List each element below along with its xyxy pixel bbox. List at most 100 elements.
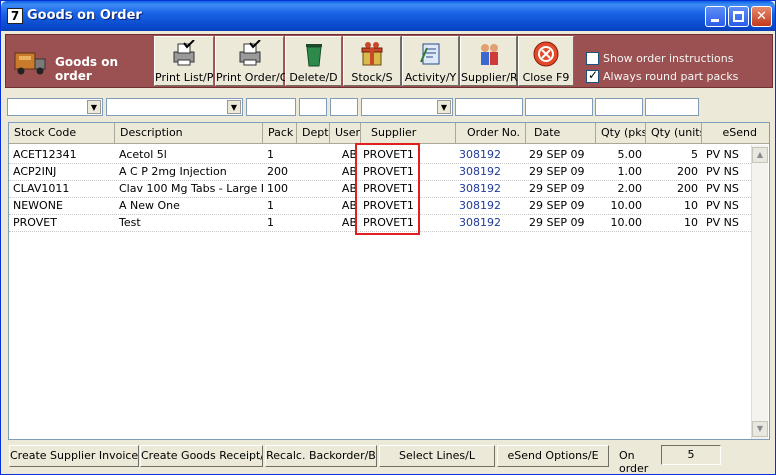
cell-date: 29 SEP 09: [529, 216, 585, 229]
cell-dept: [297, 147, 330, 164]
cell-pack: 200: [267, 165, 288, 178]
brand-label: Goods on order: [55, 55, 119, 83]
vertical-scrollbar[interactable]: ▲ ▼: [751, 145, 768, 439]
supplier-button[interactable]: Supplier/R: [460, 36, 518, 86]
people-icon: [480, 44, 498, 65]
close-f9-label: Close F9: [522, 71, 570, 84]
cell-description: Clav 100 Mg Tabs - Large De: [119, 182, 263, 195]
cell-description: Acetol 5l: [119, 148, 167, 161]
cell-esend: PV NS: [706, 199, 739, 212]
cell-date: 29 SEP 09: [529, 182, 585, 195]
cell-pack: 1: [267, 216, 274, 229]
filter-stock-code[interactable]: ▼: [7, 98, 103, 116]
column-header-user[interactable]: User: [330, 123, 361, 144]
cell-esend: PV NS: [706, 165, 739, 178]
close-icon: ✕: [756, 9, 767, 24]
select-lines-button[interactable]: Select Lines/L: [379, 445, 495, 467]
maximize-button[interactable]: [728, 6, 749, 27]
cell-order-no[interactable]: 308192: [456, 181, 526, 198]
column-header-dept[interactable]: Dept: [297, 123, 330, 144]
scroll-down-icon[interactable]: ▼: [752, 421, 768, 437]
cell-order-no[interactable]: 308192: [456, 215, 526, 232]
recalc-backorder-button[interactable]: Recalc. Backorder/B: [265, 445, 377, 467]
cell-stock-code: ACET12341: [13, 148, 77, 161]
maximize-icon: [733, 11, 744, 22]
activity-label: Activity/Y: [404, 71, 457, 84]
stock-button[interactable]: Stock/S: [343, 36, 401, 86]
delete-button[interactable]: Delete/D: [285, 36, 342, 86]
always-round-part-packs-checkbox[interactable]: ✓: [586, 68, 599, 83]
show-order-instructions-label: Show order instructions: [603, 52, 734, 65]
filter-qty-units[interactable]: [645, 98, 699, 116]
cell-qty-pks: 2.00: [617, 182, 643, 195]
grid-header: Stock Code Description Pack Dept User Su…: [9, 123, 769, 144]
cell-qty-units: 200: [677, 165, 698, 178]
gift-box-icon: [361, 42, 383, 66]
window-title: Goods on Order: [27, 8, 142, 23]
close-circle-icon: [533, 41, 559, 67]
cell-order-no[interactable]: 308192: [456, 198, 526, 215]
app-icon[interactable]: 7: [7, 8, 23, 24]
cell-esend: PV NS: [706, 182, 739, 195]
filter-description[interactable]: ▼: [106, 98, 243, 116]
filter-pack[interactable]: [246, 98, 296, 116]
filter-date[interactable]: [525, 98, 593, 116]
create-goods-receipt-button[interactable]: Create Goods Receipt/G: [140, 445, 263, 467]
cell-qty-units: 200: [677, 182, 698, 195]
brand: Goods on order: [9, 37, 151, 85]
cell-dept: [297, 215, 330, 232]
close-window-button[interactable]: ✕: [751, 6, 772, 27]
print-list-label: Print List/P: [155, 71, 214, 84]
filter-dept[interactable]: [299, 98, 327, 116]
cell-qty-pks: 10.00: [610, 199, 643, 212]
dropdown-arrow-icon[interactable]: ▼: [227, 100, 241, 114]
filter-qty-pks[interactable]: [595, 98, 643, 116]
filter-user[interactable]: [330, 98, 358, 116]
dropdown-arrow-icon[interactable]: ▼: [87, 100, 101, 114]
column-header-description[interactable]: Description: [115, 123, 263, 144]
cell-qty-pks: 5.00: [617, 148, 643, 161]
on-order-count: 5: [661, 445, 721, 465]
on-order-label: On order: [619, 449, 649, 475]
esend-options-button[interactable]: eSend Options/E: [497, 445, 609, 467]
cell-description: A C P 2mg Injection: [119, 165, 227, 178]
cell-date: 29 SEP 09: [529, 165, 585, 178]
cell-stock-code: NEWONE: [13, 199, 63, 212]
scroll-up-icon[interactable]: ▲: [752, 147, 768, 163]
cell-esend: PV NS: [706, 216, 739, 229]
goods-on-order-window: 7 Goods on Order ✕ Goods on order Print …: [0, 0, 776, 475]
cell-pack: 1: [267, 199, 274, 212]
column-header-qty-pks[interactable]: Qty (pks): [596, 123, 646, 144]
cell-pack: 100: [267, 182, 288, 195]
filter-supplier[interactable]: ▼: [361, 98, 453, 116]
activity-button[interactable]: Activity/Y: [402, 36, 459, 86]
column-header-qty-units[interactable]: Qty (units): [646, 123, 702, 144]
cell-qty-pks: 1.00: [617, 165, 643, 178]
cell-stock-code: PROVET: [13, 216, 57, 229]
cell-stock-code: ACP2INJ: [13, 165, 57, 178]
dropdown-arrow-icon[interactable]: ▼: [437, 100, 451, 114]
supplier-column-highlight: [355, 143, 420, 235]
supplier-label: Supplier/R: [461, 71, 518, 84]
column-header-pack[interactable]: Pack: [263, 123, 297, 144]
title-bar[interactable]: 7 Goods on Order ✕: [1, 1, 775, 31]
toolbar: Goods on order Print List/P Print Order/…: [5, 34, 773, 88]
print-order-label: Print Order/O: [216, 71, 289, 84]
filter-bar: ▼ ▼ ▼: [7, 98, 767, 116]
cell-esend: PV NS: [706, 148, 739, 161]
create-supplier-invoice-button[interactable]: Create Supplier Invoice/I: [9, 445, 139, 467]
column-header-stock-code[interactable]: Stock Code: [9, 123, 115, 144]
close-f9-button[interactable]: Close F9: [518, 36, 574, 86]
minimize-button[interactable]: [705, 6, 726, 27]
column-header-esend[interactable]: eSend: [702, 123, 769, 144]
column-header-supplier[interactable]: Supplier: [361, 123, 456, 144]
filter-order-no[interactable]: [455, 98, 523, 116]
column-header-order-no[interactable]: Order No.: [456, 123, 526, 144]
column-header-date[interactable]: Date: [526, 123, 596, 144]
printer-check-icon: [173, 40, 195, 66]
print-list-button[interactable]: Print List/P: [154, 36, 214, 86]
cell-order-no[interactable]: 308192: [456, 147, 526, 164]
cell-order-no[interactable]: 308192: [456, 164, 526, 181]
show-order-instructions-checkbox[interactable]: [586, 52, 599, 65]
print-order-button[interactable]: Print Order/O: [215, 36, 289, 86]
